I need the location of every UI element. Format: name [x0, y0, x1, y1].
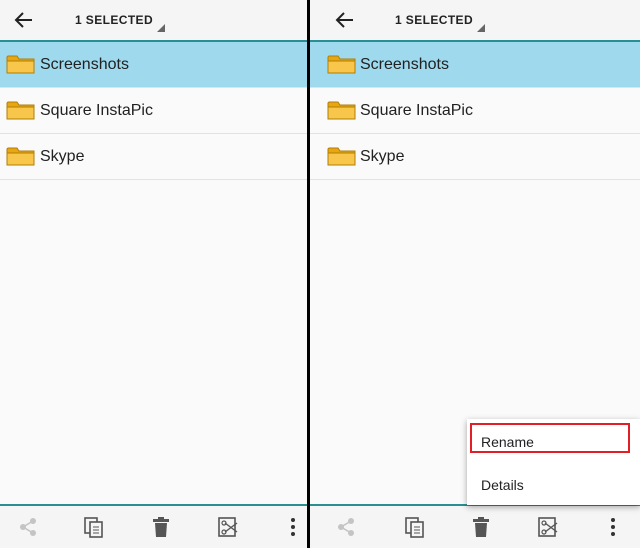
more-icon[interactable] [602, 516, 624, 538]
file-list: Screenshots Square InstaPic Skype [0, 42, 307, 180]
delete-icon[interactable] [150, 516, 172, 538]
item-name: Square InstaPic [40, 102, 153, 119]
folder-icon [327, 55, 356, 74]
item-name: Skype [360, 148, 405, 165]
action-bar: 1 SELECTED [0, 0, 307, 42]
bottom-toolbar [0, 504, 307, 548]
cut-icon[interactable] [217, 516, 239, 538]
dropdown-triangle-icon[interactable] [477, 24, 485, 32]
list-item[interactable]: Skype [0, 134, 307, 180]
selection-count[interactable]: 1 SELECTED [75, 13, 153, 27]
share-icon[interactable] [335, 516, 357, 538]
back-arrow-icon[interactable] [12, 9, 36, 31]
folder-icon [327, 101, 356, 120]
back-arrow-icon[interactable] [333, 9, 357, 31]
menu-item-details[interactable]: Details [481, 477, 524, 493]
folder-icon [6, 55, 35, 74]
action-bar: 1 SELECTED [310, 0, 640, 42]
more-icon[interactable] [282, 516, 304, 538]
list-item[interactable]: Screenshots [310, 42, 640, 88]
item-name: Screenshots [40, 56, 129, 73]
highlight-box [470, 423, 630, 453]
file-list: Screenshots Square InstaPic Skype [310, 42, 640, 180]
folder-icon [6, 101, 35, 120]
list-item[interactable]: Square InstaPic [0, 88, 307, 134]
item-name: Skype [40, 148, 85, 165]
dropdown-triangle-icon[interactable] [157, 24, 165, 32]
bottom-toolbar [310, 504, 640, 548]
item-name: Screenshots [360, 56, 449, 73]
copy-icon[interactable] [404, 516, 426, 538]
folder-icon [6, 147, 35, 166]
share-icon[interactable] [17, 516, 39, 538]
selection-count[interactable]: 1 SELECTED [395, 13, 473, 27]
item-name: Square InstaPic [360, 102, 473, 119]
copy-icon[interactable] [83, 516, 105, 538]
delete-icon[interactable] [470, 516, 492, 538]
list-item[interactable]: Screenshots [0, 42, 307, 88]
left-panel: 1 SELECTED Screenshots Square InstaPic S… [0, 0, 307, 548]
folder-icon [327, 147, 356, 166]
list-item[interactable]: Square InstaPic [310, 88, 640, 134]
list-item[interactable]: Skype [310, 134, 640, 180]
cut-icon[interactable] [537, 516, 559, 538]
